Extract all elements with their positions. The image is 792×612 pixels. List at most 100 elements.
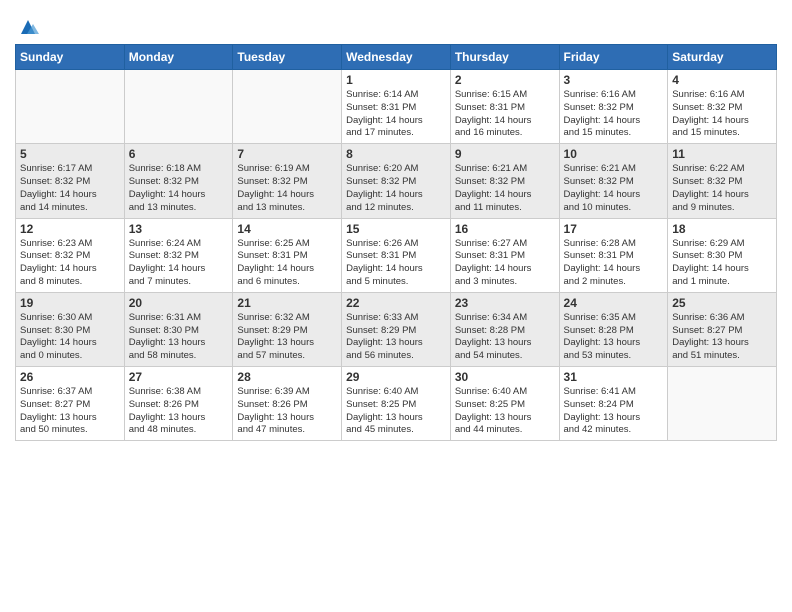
day-info: Sunrise: 6:40 AMSunset: 8:25 PMDaylight:…: [346, 386, 446, 437]
day-info: Sunrise: 6:24 AMSunset: 8:32 PMDaylight:…: [129, 238, 229, 289]
day-number: 9: [455, 147, 555, 161]
day-number: 19: [20, 296, 120, 310]
day-info: Sunrise: 6:14 AMSunset: 8:31 PMDaylight:…: [346, 89, 446, 140]
calendar-cell: 5Sunrise: 6:17 AMSunset: 8:32 PMDaylight…: [16, 144, 125, 218]
day-info: Sunrise: 6:32 AMSunset: 8:29 PMDaylight:…: [237, 312, 337, 363]
day-info: Sunrise: 6:30 AMSunset: 8:30 PMDaylight:…: [20, 312, 120, 363]
day-number: 6: [129, 147, 229, 161]
day-number: 24: [564, 296, 664, 310]
weekday-header-thursday: Thursday: [450, 45, 559, 70]
day-number: 26: [20, 370, 120, 384]
weekday-header-sunday: Sunday: [16, 45, 125, 70]
day-number: 18: [672, 222, 772, 236]
calendar-cell: 24 Sunrise: 6:35 AMSunset: 8:28 PMDayligh…: [559, 292, 668, 366]
day-number: 4: [672, 73, 772, 87]
day-info: Sunrise: 6:35 AMSunset: 8:28 PMDaylight:…: [564, 312, 664, 363]
day-info: Sunrise: 6:21 AMSunset: 8:32 PMDaylight:…: [564, 163, 664, 214]
calendar-cell: 18 Sunrise: 6:29 AMSunset: 8:30 PMDayligh…: [668, 218, 777, 292]
calendar-cell: 25 Sunrise: 6:36 AMSunset: 8:27 PMDayligh…: [668, 292, 777, 366]
day-number: 1: [346, 73, 446, 87]
day-info: Sunrise: 6:25 AMSunset: 8:31 PMDaylight:…: [237, 238, 337, 289]
day-number: 23: [455, 296, 555, 310]
calendar-cell: 15 Sunrise: 6:26 AMSunset: 8:31 PMDayligh…: [342, 218, 451, 292]
calendar-cell: 2 Sunrise: 6:15 AMSunset: 8:31 PMDaylight…: [450, 70, 559, 144]
calendar-cell: 8 Sunrise: 6:20 AMSunset: 8:32 PMDaylight…: [342, 144, 451, 218]
day-info: Sunrise: 6:38 AMSunset: 8:26 PMDaylight:…: [129, 386, 229, 437]
day-info: Sunrise: 6:33 AMSunset: 8:29 PMDaylight:…: [346, 312, 446, 363]
day-number: 11: [672, 147, 772, 161]
day-number: 21: [237, 296, 337, 310]
day-info: Sunrise: 6:41 AMSunset: 8:24 PMDaylight:…: [564, 386, 664, 437]
day-number: 25: [672, 296, 772, 310]
calendar-cell: 9 Sunrise: 6:21 AMSunset: 8:32 PMDaylight…: [450, 144, 559, 218]
day-info: Sunrise: 6:18 AMSunset: 8:32 PMDaylight:…: [129, 163, 229, 214]
day-number: 17: [564, 222, 664, 236]
day-info: Sunrise: 6:26 AMSunset: 8:31 PMDaylight:…: [346, 238, 446, 289]
calendar-cell: 1 Sunrise: 6:14 AMSunset: 8:31 PMDaylight…: [342, 70, 451, 144]
logo-icon: [17, 16, 39, 38]
calendar-cell: 27 Sunrise: 6:38 AMSunset: 8:26 PMDayligh…: [124, 367, 233, 441]
calendar-week-row: 19 Sunrise: 6:30 AMSunset: 8:30 PMDayligh…: [16, 292, 777, 366]
day-number: 22: [346, 296, 446, 310]
page: SundayMondayTuesdayWednesdayThursdayFrid…: [0, 0, 792, 612]
day-number: 10: [564, 147, 664, 161]
day-info: Sunrise: 6:27 AMSunset: 8:31 PMDaylight:…: [455, 238, 555, 289]
calendar-week-row: 1 Sunrise: 6:14 AMSunset: 8:31 PMDaylight…: [16, 70, 777, 144]
calendar-cell: 20 Sunrise: 6:31 AMSunset: 8:30 PMDayligh…: [124, 292, 233, 366]
day-number: 8: [346, 147, 446, 161]
day-info: Sunrise: 6:20 AMSunset: 8:32 PMDaylight:…: [346, 163, 446, 214]
day-info: Sunrise: 6:40 AMSunset: 8:25 PMDaylight:…: [455, 386, 555, 437]
day-number: 14: [237, 222, 337, 236]
calendar-cell: 16 Sunrise: 6:27 AMSunset: 8:31 PMDayligh…: [450, 218, 559, 292]
calendar-cell: 13 Sunrise: 6:24 AMSunset: 8:32 PMDayligh…: [124, 218, 233, 292]
day-info: Sunrise: 6:15 AMSunset: 8:31 PMDaylight:…: [455, 89, 555, 140]
day-number: 7: [237, 147, 337, 161]
day-number: 20: [129, 296, 229, 310]
calendar-cell: 30 Sunrise: 6:40 AMSunset: 8:25 PMDayligh…: [450, 367, 559, 441]
calendar-cell: 23 Sunrise: 6:34 AMSunset: 8:28 PMDayligh…: [450, 292, 559, 366]
calendar-cell: 3 Sunrise: 6:16 AMSunset: 8:32 PMDaylight…: [559, 70, 668, 144]
weekday-header-wednesday: Wednesday: [342, 45, 451, 70]
day-info: Sunrise: 6:36 AMSunset: 8:27 PMDaylight:…: [672, 312, 772, 363]
day-info: Sunrise: 6:16 AMSunset: 8:32 PMDaylight:…: [672, 89, 772, 140]
weekday-header-row: SundayMondayTuesdayWednesdayThursdayFrid…: [16, 45, 777, 70]
day-number: 3: [564, 73, 664, 87]
calendar-cell: [124, 70, 233, 144]
calendar-week-row: 12 Sunrise: 6:23 AMSunset: 8:32 PMDayligh…: [16, 218, 777, 292]
day-number: 12: [20, 222, 120, 236]
calendar-cell: 10 Sunrise: 6:21 AMSunset: 8:32 PMDayligh…: [559, 144, 668, 218]
weekday-header-tuesday: Tuesday: [233, 45, 342, 70]
day-info: Sunrise: 6:34 AMSunset: 8:28 PMDaylight:…: [455, 312, 555, 363]
day-number: 13: [129, 222, 229, 236]
day-info: Sunrise: 6:23 AMSunset: 8:32 PMDaylight:…: [20, 238, 120, 289]
day-info: Sunrise: 6:39 AMSunset: 8:26 PMDaylight:…: [237, 386, 337, 437]
calendar-cell: 4 Sunrise: 6:16 AMSunset: 8:32 PMDaylight…: [668, 70, 777, 144]
header: [15, 10, 777, 38]
day-info: Sunrise: 6:28 AMSunset: 8:31 PMDaylight:…: [564, 238, 664, 289]
day-info: Sunrise: 6:21 AMSunset: 8:32 PMDaylight:…: [455, 163, 555, 214]
calendar-cell: 21 Sunrise: 6:32 AMSunset: 8:29 PMDayligh…: [233, 292, 342, 366]
day-info: Sunrise: 6:31 AMSunset: 8:30 PMDaylight:…: [129, 312, 229, 363]
day-number: 15: [346, 222, 446, 236]
day-info: Sunrise: 6:22 AMSunset: 8:32 PMDaylight:…: [672, 163, 772, 214]
calendar-cell: [668, 367, 777, 441]
calendar-cell: 11 Sunrise: 6:22 AMSunset: 8:32 PMDayligh…: [668, 144, 777, 218]
day-number: 30: [455, 370, 555, 384]
day-number: 29: [346, 370, 446, 384]
day-number: 27: [129, 370, 229, 384]
day-number: 16: [455, 222, 555, 236]
day-info: Sunrise: 6:37 AMSunset: 8:27 PMDaylight:…: [20, 386, 120, 437]
day-info: Sunrise: 6:29 AMSunset: 8:30 PMDaylight:…: [672, 238, 772, 289]
day-number: 31: [564, 370, 664, 384]
calendar-cell: 31 Sunrise: 6:41 AMSunset: 8:24 PMDayligh…: [559, 367, 668, 441]
calendar-cell: [16, 70, 125, 144]
calendar-cell: 12 Sunrise: 6:23 AMSunset: 8:32 PMDayligh…: [16, 218, 125, 292]
day-info: Sunrise: 6:19 AMSunset: 8:32 PMDaylight:…: [237, 163, 337, 214]
day-number: 2: [455, 73, 555, 87]
calendar-week-row: 5Sunrise: 6:17 AMSunset: 8:32 PMDaylight…: [16, 144, 777, 218]
day-info: Sunrise: 6:16 AMSunset: 8:32 PMDaylight:…: [564, 89, 664, 140]
logo: [15, 14, 39, 38]
weekday-header-saturday: Saturday: [668, 45, 777, 70]
calendar-cell: [233, 70, 342, 144]
day-number: 28: [237, 370, 337, 384]
